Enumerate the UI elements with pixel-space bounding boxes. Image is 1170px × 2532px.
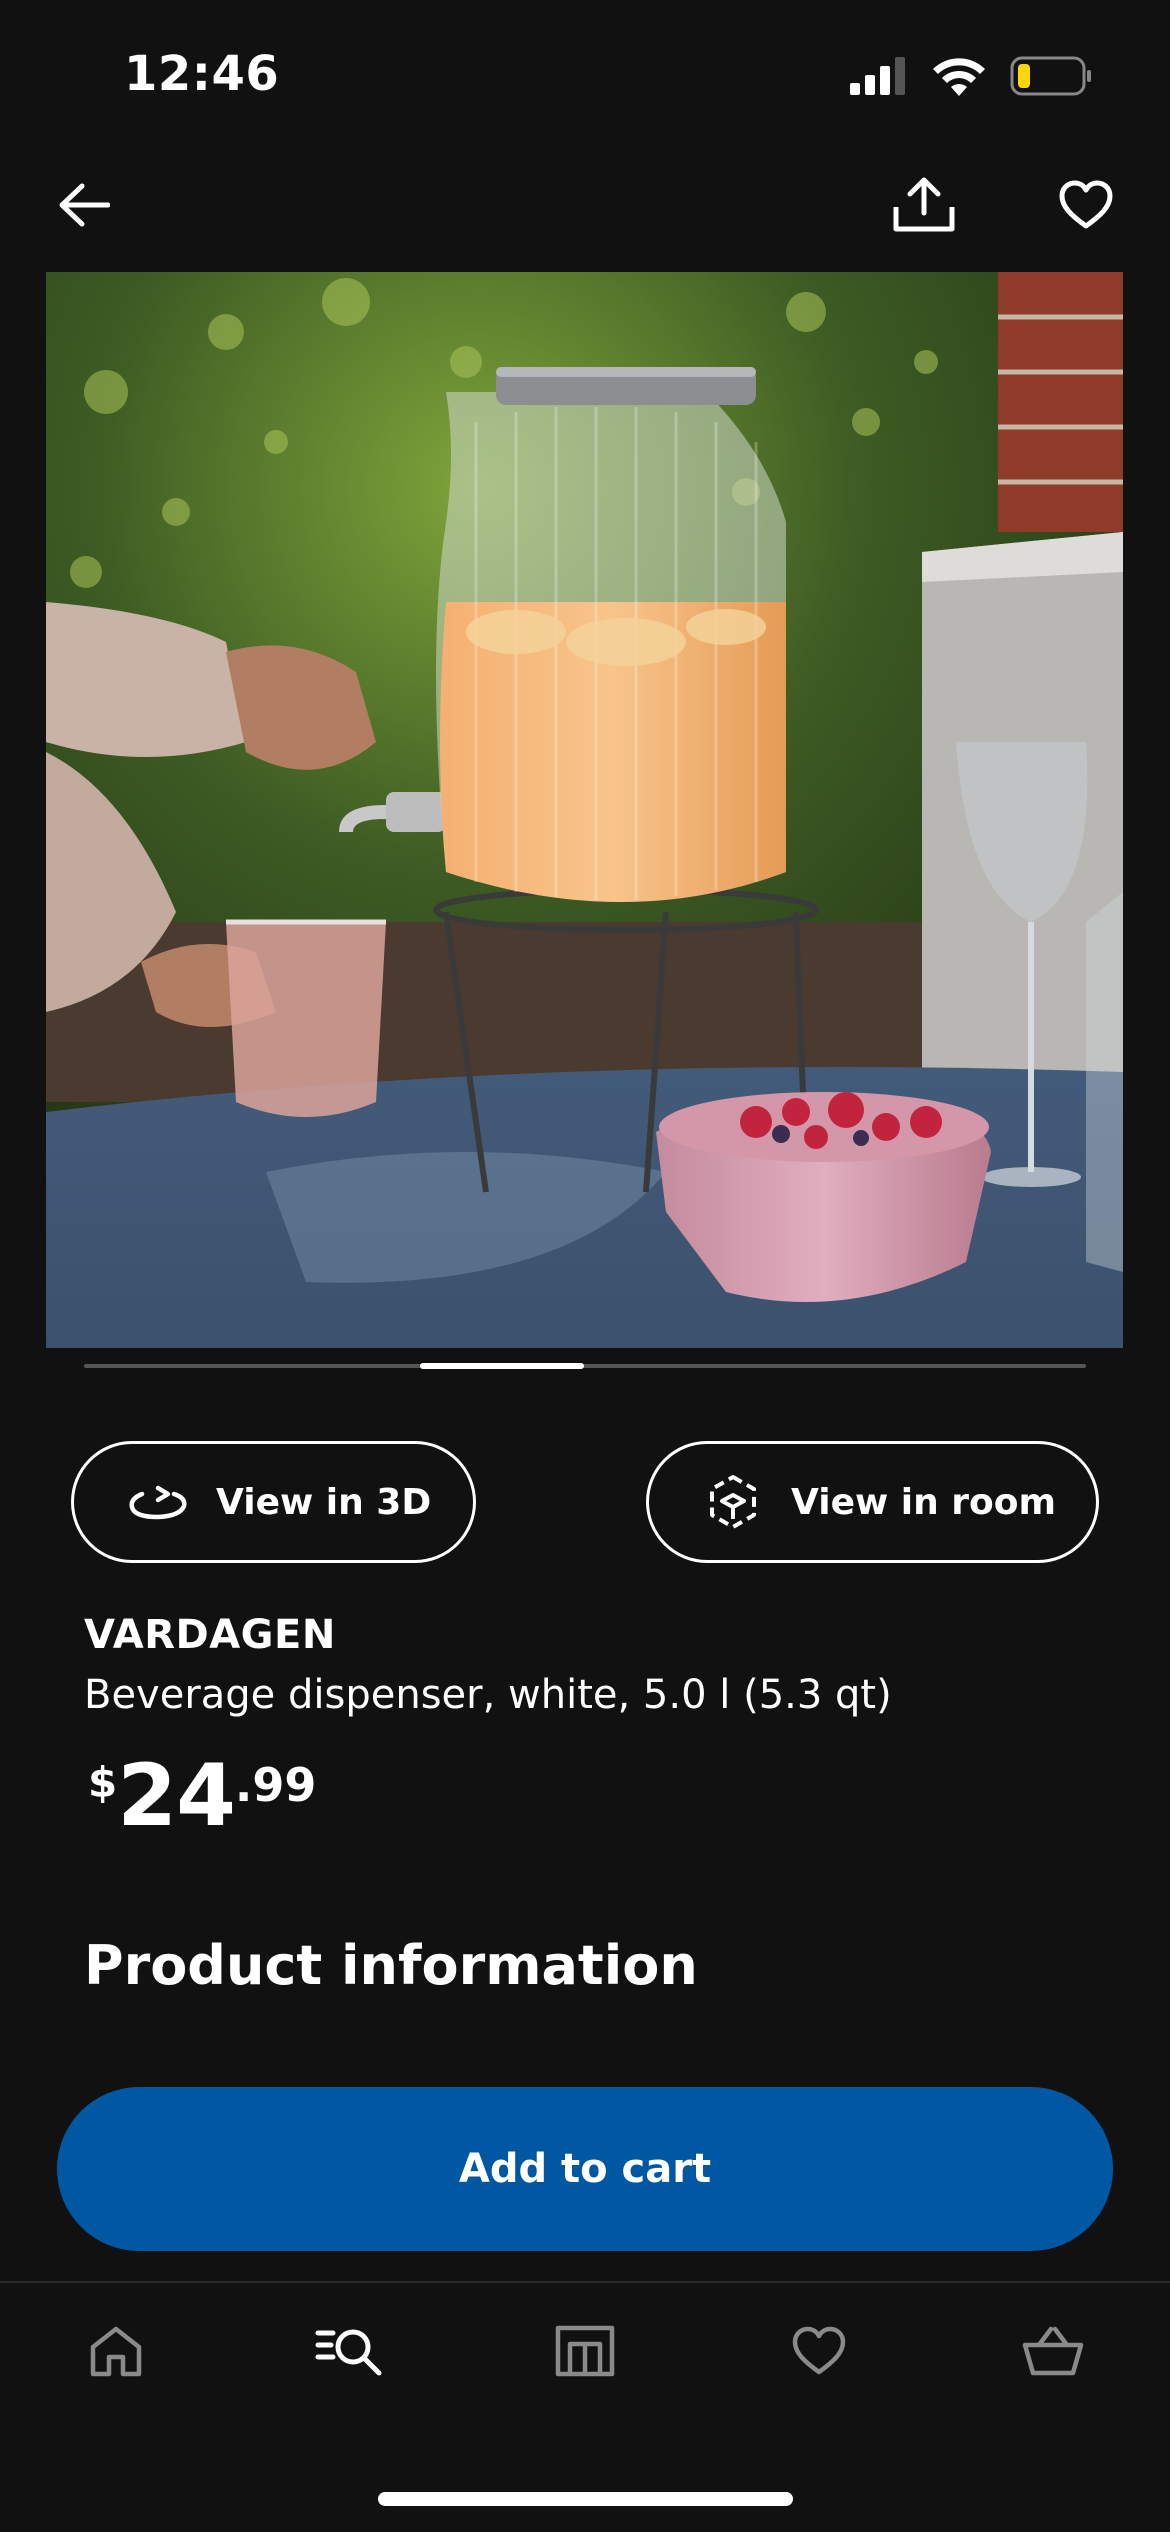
add-to-cart-label: Add to cart <box>458 2146 712 2192</box>
product-description: Beverage dispenser, white, 5.0 l (5.3 qt… <box>84 1672 892 1718</box>
ar-cube-icon <box>703 1472 763 1532</box>
product-information-heading[interactable]: Product information <box>84 1934 698 1997</box>
price-currency: $ <box>88 1758 118 1807</box>
status-icons <box>850 56 1092 96</box>
tab-basket[interactable] <box>1013 2316 1093 2386</box>
arrow-left-icon <box>59 183 110 227</box>
share-button[interactable] <box>884 165 964 245</box>
basket-icon <box>1022 2326 1084 2376</box>
add-to-cart-button[interactable]: Add to cart <box>57 2087 1113 2251</box>
product-name: VARDAGEN <box>84 1612 336 1658</box>
tab-search[interactable] <box>310 2316 390 2386</box>
heart-icon <box>1059 180 1113 229</box>
back-button[interactable] <box>44 165 124 245</box>
image-pager-active <box>420 1363 584 1369</box>
home-indicator <box>378 2492 793 2506</box>
home-icon <box>90 2326 142 2377</box>
image-pager <box>84 1363 1086 1369</box>
battery-icon <box>1010 56 1091 96</box>
price-integer: 24 <box>117 1746 236 1846</box>
heart-icon <box>792 2326 846 2375</box>
product-price: $ 24 .99 <box>88 1748 316 1844</box>
tab-home[interactable] <box>76 2316 156 2386</box>
share-icon <box>893 177 955 232</box>
rotate-3d-icon <box>128 1472 188 1532</box>
tab-stores[interactable] <box>545 2316 625 2386</box>
view-in-room-button[interactable]: View in room <box>646 1441 1099 1563</box>
wifi-icon <box>933 58 985 96</box>
view-in-3d-button[interactable]: View in 3D <box>71 1441 476 1563</box>
product-image[interactable] <box>46 272 1123 1348</box>
search-icon <box>315 2329 382 2376</box>
cellular-signal-icon <box>850 57 905 95</box>
view-in-room-label: View in room <box>791 1481 1057 1523</box>
view-in-3d-label: View in 3D <box>216 1481 432 1523</box>
status-time: 12:46 <box>124 46 280 102</box>
price-decimal: .99 <box>234 1758 317 1812</box>
favorite-button[interactable] <box>1046 165 1126 245</box>
tab-favorites[interactable] <box>779 2316 859 2386</box>
store-icon <box>555 2325 615 2377</box>
